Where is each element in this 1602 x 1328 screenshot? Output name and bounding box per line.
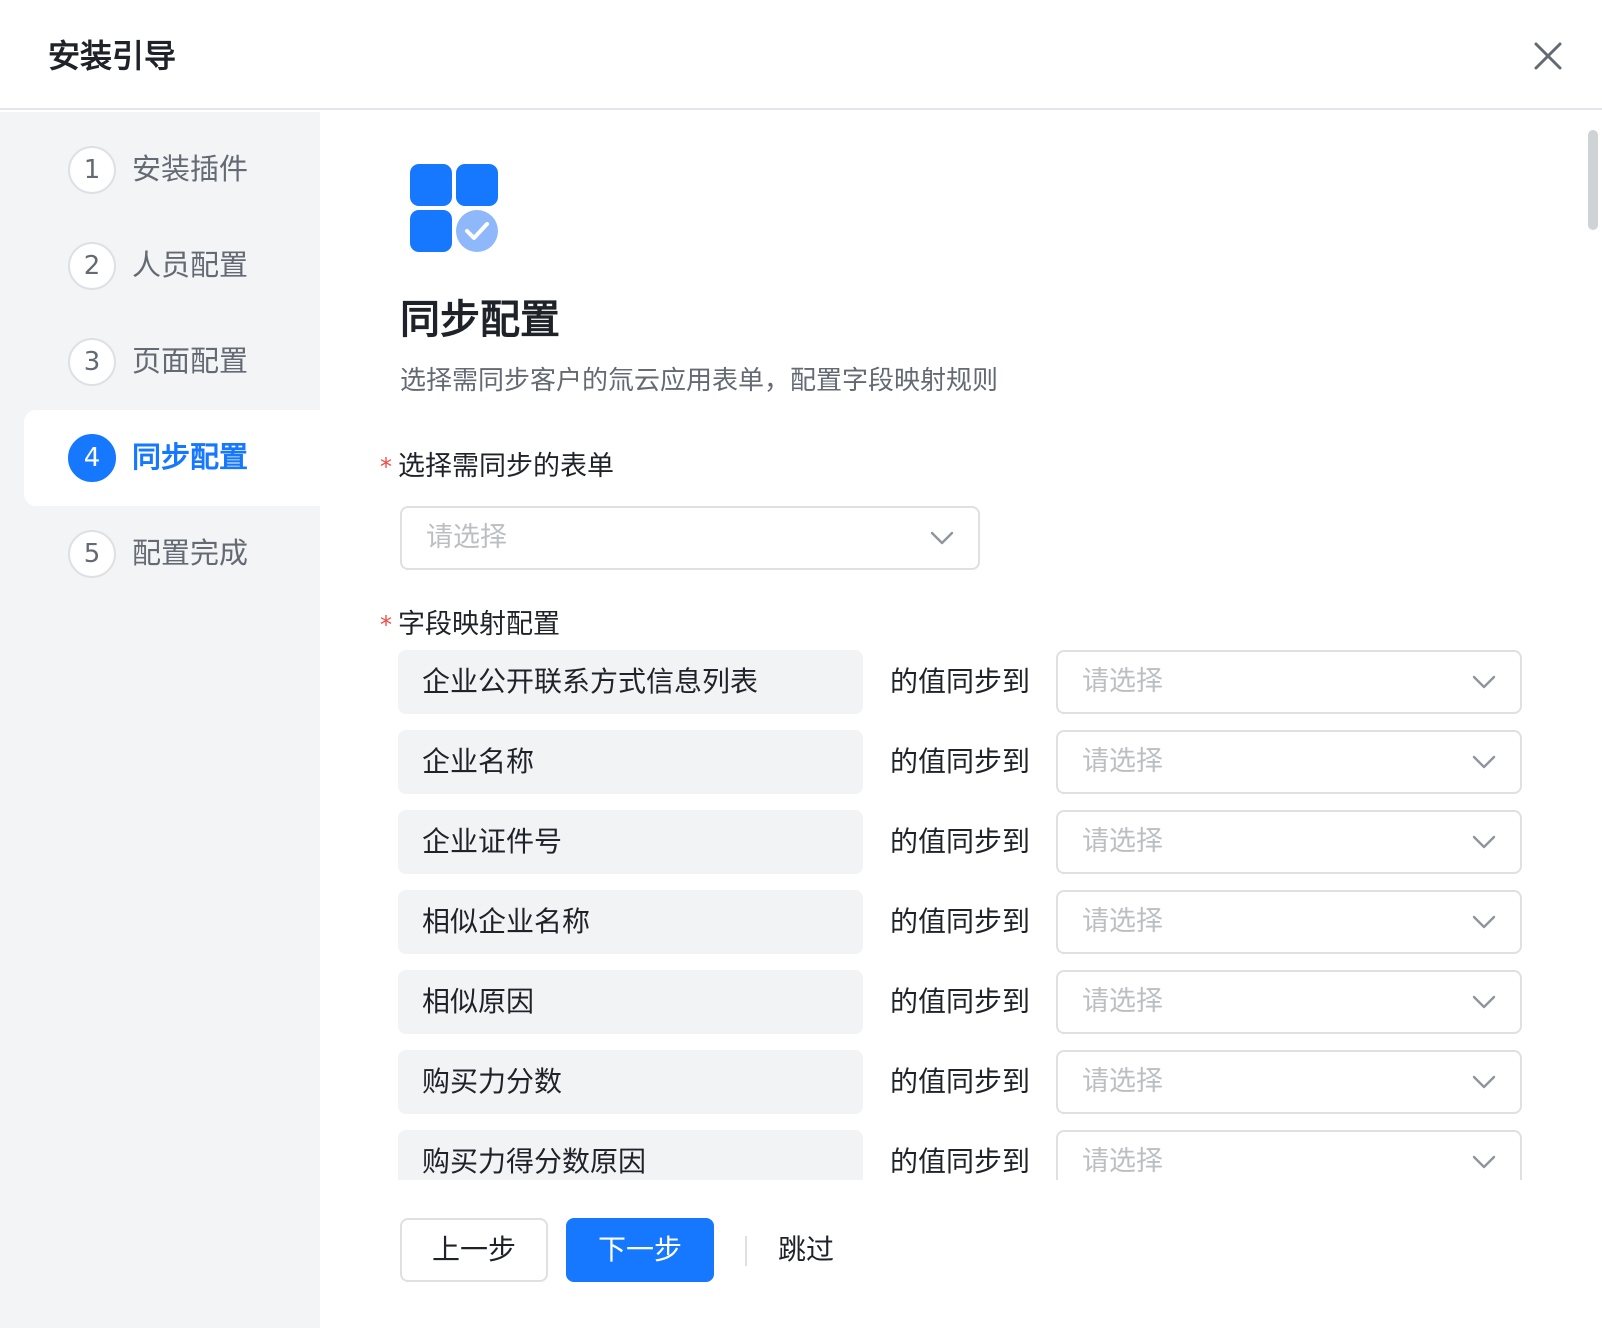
step-number: 1 — [68, 146, 116, 194]
source-field: 企业公开联系方式信息列表 — [398, 650, 863, 714]
step-label: 页面配置 — [132, 344, 249, 378]
chevron-down-icon — [930, 531, 954, 545]
source-field-name: 企业名称 — [422, 745, 535, 778]
source-field: 购买力得分数原因 — [398, 1130, 863, 1180]
step-number: 5 — [68, 530, 116, 578]
mapping-row: 购买力分数 的值同步到 请选择 — [398, 1050, 1528, 1114]
step-label: 安装插件 — [132, 152, 249, 186]
required-mark: * — [380, 453, 392, 481]
select-placeholder: 请选择 — [1082, 826, 1163, 857]
select-placeholder: 请选择 — [1082, 1066, 1163, 1097]
sync-to-text: 的值同步到 — [890, 1065, 1031, 1098]
page-title: 同步配置 — [400, 297, 560, 343]
source-field: 相似原因 — [398, 970, 863, 1034]
select-placeholder: 请选择 — [1082, 986, 1163, 1017]
next-step-button[interactable]: 下一步 — [566, 1218, 714, 1282]
source-field-name: 企业证件号 — [422, 825, 563, 858]
target-field-select[interactable]: 请选择 — [1056, 970, 1522, 1034]
required-mark: * — [380, 611, 392, 639]
source-field-name: 企业公开联系方式信息列表 — [422, 665, 759, 698]
select-placeholder: 请选择 — [1082, 906, 1163, 937]
prev-step-button[interactable]: 上一步 — [400, 1218, 548, 1282]
source-field: 企业证件号 — [398, 810, 863, 874]
sync-to-text: 的值同步到 — [890, 905, 1031, 938]
select-placeholder: 请选择 — [1082, 746, 1163, 777]
sync-to-text: 的值同步到 — [890, 745, 1031, 778]
source-field: 企业名称 — [398, 730, 863, 794]
target-field-select[interactable]: 请选择 — [1056, 810, 1522, 874]
dialog-header: 安装引导 — [0, 0, 1602, 110]
mapping-label-row: * 字段映射配置 — [380, 606, 560, 644]
sync-to-text: 的值同步到 — [890, 665, 1031, 698]
steps-sidebar: 1 安装插件 2 人员配置 3 页面配置 4 同步配置 5 配置完成 — [0, 112, 320, 1328]
mapping-row: 企业名称 的值同步到 请选择 — [398, 730, 1528, 794]
chevron-down-icon — [1472, 835, 1496, 849]
source-field: 相似企业名称 — [398, 890, 863, 954]
target-field-select[interactable]: 请选择 — [1056, 1050, 1522, 1114]
mapping-list[interactable]: 企业公开联系方式信息列表 的值同步到 请选择 企业名称 的值同步到 请选择 企业… — [398, 650, 1528, 1180]
step-label: 人员配置 — [132, 248, 249, 282]
scrollbar-thumb[interactable] — [1588, 130, 1598, 230]
dialog-title: 安装引导 — [48, 37, 177, 75]
mapping-row: 相似企业名称 的值同步到 请选择 — [398, 890, 1528, 954]
step-item-personnel-config[interactable]: 2 人员配置 — [24, 218, 320, 314]
close-icon[interactable] — [1530, 38, 1566, 74]
target-field-select[interactable]: 请选择 — [1056, 1130, 1522, 1180]
source-field-name: 购买力得分数原因 — [422, 1145, 647, 1178]
source-field-name: 相似原因 — [422, 985, 535, 1018]
form-select-label: 选择需同步的表单 — [398, 451, 614, 482]
step-label: 同步配置 — [132, 440, 249, 474]
chevron-down-icon — [1472, 1155, 1496, 1169]
target-field-select[interactable]: 请选择 — [1056, 650, 1522, 714]
source-field: 购买力分数 — [398, 1050, 863, 1114]
mapping-row: 购买力得分数原因 的值同步到 请选择 — [398, 1130, 1528, 1180]
step-number: 2 — [68, 242, 116, 290]
select-placeholder: 请选择 — [1082, 1146, 1163, 1177]
target-field-select[interactable]: 请选择 — [1056, 730, 1522, 794]
select-placeholder: 请选择 — [1082, 666, 1163, 697]
page-description: 选择需同步客户的氚云应用表单，配置字段映射规则 — [400, 366, 999, 396]
chevron-down-icon — [1472, 675, 1496, 689]
chevron-down-icon — [1472, 915, 1496, 929]
sync-to-text: 的值同步到 — [890, 825, 1031, 858]
mapping-row: 相似原因 的值同步到 请选择 — [398, 970, 1528, 1034]
mapping-row: 企业公开联系方式信息列表 的值同步到 请选择 — [398, 650, 1528, 714]
step-number: 3 — [68, 338, 116, 386]
skip-button[interactable]: 跳过 — [778, 1230, 834, 1270]
mapping-row: 企业证件号 的值同步到 请选择 — [398, 810, 1528, 874]
source-field-name: 相似企业名称 — [422, 905, 591, 938]
select-placeholder: 请选择 — [426, 522, 507, 553]
step-item-install-plugin[interactable]: 1 安装插件 — [24, 122, 320, 218]
source-field-name: 购买力分数 — [422, 1065, 563, 1098]
apps-check-icon — [410, 164, 498, 252]
form-select-label-row: * 选择需同步的表单 — [380, 448, 614, 486]
target-field-select[interactable]: 请选择 — [1056, 890, 1522, 954]
form-select[interactable]: 请选择 — [400, 506, 980, 570]
step-item-page-config[interactable]: 3 页面配置 — [24, 314, 320, 410]
sync-to-text: 的值同步到 — [890, 1145, 1031, 1178]
mapping-label: 字段映射配置 — [398, 609, 560, 640]
chevron-down-icon — [1472, 755, 1496, 769]
chevron-down-icon — [1472, 1075, 1496, 1089]
step-item-config-complete[interactable]: 5 配置完成 — [24, 506, 320, 602]
step-item-sync-config[interactable]: 4 同步配置 — [24, 410, 320, 506]
step-number: 4 — [68, 434, 116, 482]
footer-divider — [745, 1236, 747, 1266]
chevron-down-icon — [1472, 995, 1496, 1009]
step-label: 配置完成 — [132, 536, 249, 570]
sync-to-text: 的值同步到 — [890, 985, 1031, 1018]
